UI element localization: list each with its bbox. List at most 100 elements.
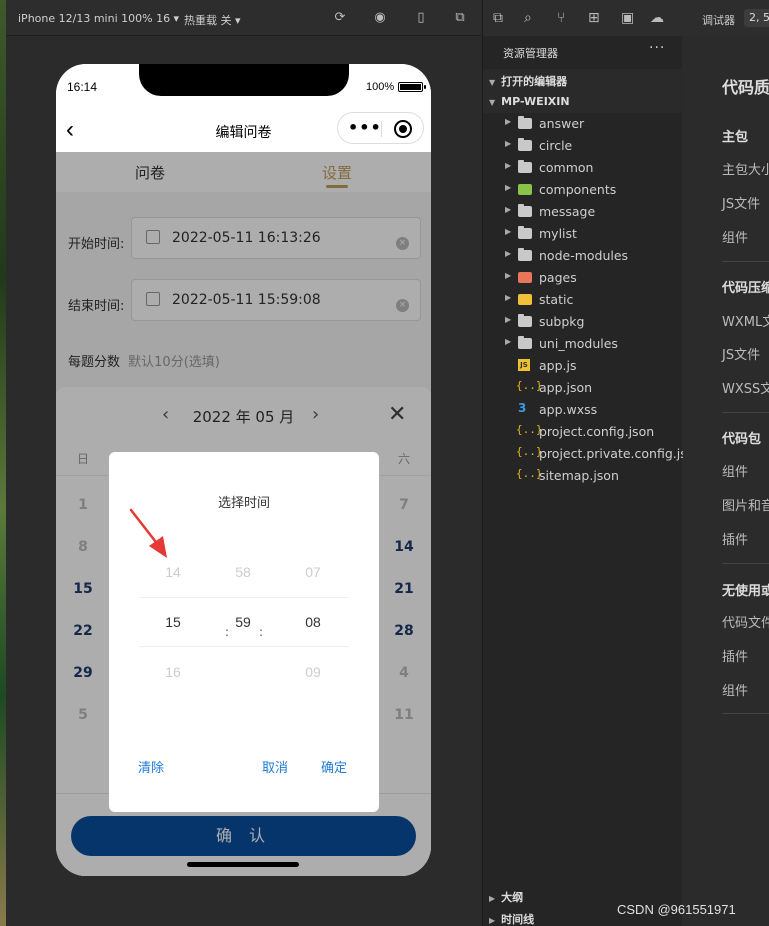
section-item: WXML文 — [722, 315, 769, 330]
explorer-title: 资源管理器 — [503, 47, 558, 60]
explorer-toolbar: ⧉ ⌕ ⑂ ⊞ ▣ ☁ — [483, 0, 683, 36]
stop-icon[interactable]: ◉ — [373, 11, 387, 25]
js-file-icon: JS — [518, 359, 530, 371]
right-toolbar: 调试器 2, 56 — [683, 0, 769, 36]
battery-icon — [398, 82, 426, 92]
phone-icon[interactable]: ▯ — [414, 11, 428, 25]
chevron-right-icon: ▶ — [505, 205, 512, 214]
file-tree-item[interactable]: ▶ components — [483, 179, 683, 201]
section-heading: 无使用或 — [722, 584, 769, 599]
version-badge: 2, 56 — [744, 9, 769, 27]
file-tree-item[interactable]: ▶ uni_modules — [483, 333, 683, 355]
code-quality-panel: 调试器 2, 56 代码质 主包主包大小JS文件组件代码压缩WXML文JS文件W… — [683, 0, 769, 926]
hour-option[interactable]: 14 — [153, 564, 193, 580]
css-file-icon: 3 — [518, 401, 527, 415]
file-tree-item[interactable]: {..} sitemap.json — [483, 465, 683, 487]
file-tree-item[interactable]: ▶ subpkg — [483, 311, 683, 333]
file-tree-item[interactable]: ▶ node-modules — [483, 245, 683, 267]
file-tree-item[interactable]: ▶ common — [483, 157, 683, 179]
open-editors-section[interactable]: ▼ 打开的编辑器 — [489, 73, 567, 89]
folder-icon — [518, 184, 532, 195]
battery-percent: 100% — [366, 81, 395, 93]
hour-option[interactable]: 16 — [153, 664, 193, 680]
folder-icon — [518, 272, 532, 283]
close-miniprogram-icon[interactable] — [394, 120, 412, 138]
save-icon[interactable]: ▣ — [621, 10, 634, 26]
file-name: app.json — [539, 380, 593, 395]
more-icon[interactable]: ··· — [649, 40, 665, 56]
file-name: components — [539, 182, 617, 197]
file-name: message — [539, 204, 596, 219]
project-section[interactable]: ▼ MP-WEIXIN — [489, 95, 570, 108]
section-item: WXSS文 — [722, 382, 769, 397]
file-tree-item[interactable]: 3 app.wxss — [483, 399, 683, 421]
chevron-right-icon: ▶ — [505, 161, 512, 170]
folder-icon — [518, 138, 532, 151]
file-tree-item[interactable]: JS app.js — [483, 355, 683, 377]
file-tree-item[interactable]: ▶ answer — [483, 113, 683, 135]
phone-notch — [139, 64, 349, 96]
file-tree-item[interactable]: ▶ static — [483, 289, 683, 311]
section-heading: 主包 — [722, 130, 749, 145]
file-name: mylist — [539, 226, 577, 241]
file-tree-item[interactable]: ▶ pages — [483, 267, 683, 289]
annotation-arrow-icon — [129, 508, 167, 558]
search-icon[interactable]: ⌕ — [524, 10, 532, 26]
file-tree-item[interactable]: ▶ circle — [483, 135, 683, 157]
section-heading: 代码包 — [722, 432, 762, 447]
section-divider — [722, 261, 769, 262]
refresh-icon[interactable]: ⟳ — [333, 11, 347, 25]
folder-icon — [518, 248, 532, 261]
hour-selected[interactable]: 15 — [153, 614, 193, 630]
section-divider — [722, 713, 769, 714]
file-name: circle — [539, 138, 573, 153]
watermark: CSDN @961551971 — [617, 902, 736, 917]
ok-button[interactable]: 确定 — [321, 757, 347, 776]
minute-option[interactable]: 58 — [223, 564, 263, 580]
cancel-button[interactable]: 取消 — [262, 757, 288, 776]
clear-button[interactable]: 清除 — [138, 757, 164, 776]
debugger-tab[interactable]: 调试器 — [702, 12, 735, 28]
second-selected[interactable]: 08 — [293, 614, 333, 630]
file-name: uni_modules — [539, 336, 618, 351]
timeline-section[interactable]: ▶ 时间线 — [489, 911, 534, 926]
file-explorer: ⧉ ⌕ ⑂ ⊞ ▣ ☁ 资源管理器 ··· ▼ 打开的编辑器 ▼ MP-WEIXIN… — [482, 0, 699, 926]
section-item: 插件 — [722, 650, 749, 665]
section-item: 组件 — [722, 231, 749, 246]
file-name: static — [539, 292, 574, 307]
file-tree-item[interactable]: {..} project.config.json — [483, 421, 683, 443]
files-icon[interactable]: ⧉ — [493, 10, 503, 26]
chevron-right-icon: ▶ — [505, 271, 512, 280]
folder-icon — [518, 204, 532, 217]
time-separator: : — [225, 625, 230, 639]
section-item: 图片和音 — [722, 499, 769, 514]
window-icon[interactable]: ⧉ — [453, 11, 467, 25]
file-tree-item[interactable]: {..} app.json — [483, 377, 683, 399]
source-control-icon[interactable]: ⑂ — [557, 10, 565, 26]
docker-icon[interactable]: ☁ — [650, 10, 664, 26]
device-select[interactable]: iPhone 12/13 mini 100% 16 ▾ — [18, 12, 179, 25]
chevron-right-icon: ▶ — [505, 249, 512, 258]
extensions-icon[interactable]: ⊞ — [588, 10, 600, 26]
file-tree-item[interactable]: ▶ mylist — [483, 223, 683, 245]
file-tree-item[interactable]: ▶ message — [483, 201, 683, 223]
section-item: 组件 — [722, 465, 749, 480]
more-icon[interactable]: ••• — [348, 118, 382, 137]
section-item: 主包大小 — [722, 163, 769, 178]
file-name: app.wxss — [539, 402, 598, 417]
second-option[interactable]: 09 — [293, 664, 333, 680]
hot-reload-toggle[interactable]: 热重载 关 ▾ — [184, 12, 241, 28]
section-item: 代码文件 — [722, 616, 769, 631]
outline-section[interactable]: ▶ 大纲 — [489, 889, 523, 905]
file-name: app.js — [539, 358, 577, 373]
section-item: JS文件 — [722, 348, 761, 363]
file-tree-item[interactable]: {..} project.private.config.js... — [483, 443, 699, 465]
chevron-right-icon: ▶ — [505, 117, 512, 126]
folder-icon — [518, 226, 532, 239]
file-name: project.private.config.js... — [539, 446, 699, 461]
section-item: 插件 — [722, 533, 749, 548]
folder-icon — [518, 116, 532, 129]
file-name: node-modules — [539, 248, 629, 263]
second-option[interactable]: 07 — [293, 564, 333, 580]
file-name: common — [539, 160, 594, 175]
